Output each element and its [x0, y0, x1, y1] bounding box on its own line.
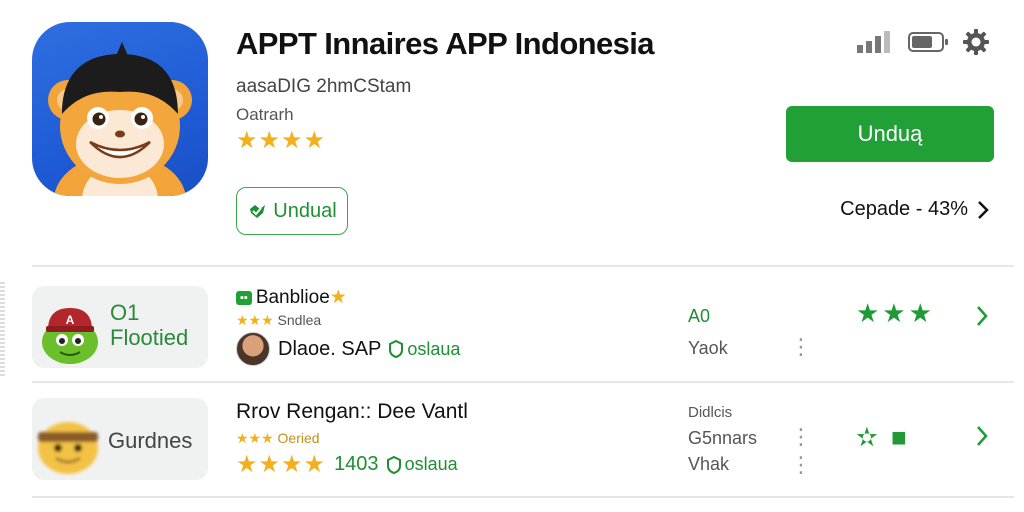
list-item-title: ▪▪ Banblioe★ — [236, 286, 347, 309]
list-item-title-text: Banblioe — [255, 287, 330, 308]
hamster-mascot-icon — [48, 42, 192, 196]
list-item-title: Rrov Rengan:: Dee Vantl — [236, 400, 468, 423]
battery-icon — [908, 32, 948, 52]
list-item[interactable]: A O1 Flootied ▪▪ Banblioe★ ★★★ Sndlea Dla… — [32, 266, 1014, 381]
scroll-indicator[interactable] — [0, 282, 5, 376]
tag-label: oslaua — [404, 454, 458, 474]
list-item-meta: ★★★★ 1403 oslaua — [236, 450, 458, 479]
avatar — [236, 332, 270, 366]
app-rating-stars: ★★★★ — [236, 127, 327, 154]
app-category: Oatrarh — [236, 105, 294, 124]
status-bar — [857, 28, 990, 56]
list-item-subtitle: ★★★ Oeried — [236, 430, 320, 447]
shield-check-icon — [250, 205, 266, 218]
list-item[interactable]: Gurdnes Rrov Rengan:: Dee Vantl ★★★ Oeri… — [32, 382, 1014, 496]
more-dots-icon[interactable]: ⋮ — [790, 426, 812, 448]
divider — [32, 496, 1014, 498]
list-thumbnail: Gurdnes — [32, 398, 208, 480]
signal-icon — [857, 31, 890, 53]
chevron-right-icon[interactable] — [974, 302, 990, 330]
shield-icon — [389, 340, 404, 358]
app-title: APPT Innaires APP Indonesia — [236, 26, 655, 61]
app-badge-icon: ▪▪ — [236, 290, 252, 305]
list-thumbnail: A O1 Flootied — [32, 286, 208, 368]
list-item-subtitle-text: Sndlea — [277, 312, 322, 328]
progress-text: Cepade - 43% — [840, 198, 968, 220]
rating-stars: ★★★★ — [236, 451, 327, 478]
character-mascot-icon — [38, 422, 98, 474]
rating-count: 1403 — [334, 453, 379, 475]
more-dots-icon[interactable]: ⋮ — [790, 336, 812, 358]
title-star-icon: ★ — [329, 287, 347, 308]
column-value-bottom: Vhak — [688, 454, 730, 474]
column-value-mid: G5nnars — [688, 428, 758, 448]
small-rating-stars: ★★★ — [236, 312, 274, 328]
frog-mascot-icon: A — [42, 308, 98, 364]
chevron-right-icon[interactable] — [974, 422, 990, 450]
column-value-bottom: Yaok — [688, 338, 728, 358]
author-name: Dlaoe. SAP — [278, 337, 382, 360]
thumbnail-label: Gurdnes — [108, 428, 193, 453]
tag: oslaua — [386, 454, 458, 475]
download-button[interactable]: Unduą — [786, 106, 994, 162]
download-progress-link[interactable]: Cepade - 43% — [840, 198, 990, 221]
list-item-meta: Dlaoe. SAP oslaua — [236, 332, 460, 366]
chevron-right-icon — [978, 200, 989, 219]
app-developer: aasaDIG 2hmCStam — [236, 76, 412, 97]
svg-text:A: A — [66, 313, 75, 327]
rank-stars: ✫ ■ — [856, 422, 910, 452]
small-rating-stars: ★★★ — [236, 430, 274, 446]
app-icon — [32, 22, 208, 196]
rank-stars: ★★★ — [856, 298, 935, 328]
battery-fill — [912, 36, 932, 48]
tag: oslaua — [389, 339, 460, 360]
install-outline-button[interactable]: Undual — [236, 187, 348, 235]
list-item-subtitle-text: Oeried — [277, 430, 320, 446]
shield-icon — [386, 455, 401, 474]
thumbnail-label: O1 Flootied — [110, 300, 189, 351]
list-item-subtitle: ★★★ Sndlea — [236, 312, 321, 329]
column-value-top: Didlcis — [688, 404, 733, 421]
tag-label: oslaua — [407, 338, 461, 359]
install-outline-label: Undual — [273, 199, 337, 222]
gear-icon[interactable] — [962, 28, 990, 56]
column-value-top: A0 — [688, 306, 711, 326]
more-dots-icon[interactable]: ⋮ — [790, 454, 812, 476]
